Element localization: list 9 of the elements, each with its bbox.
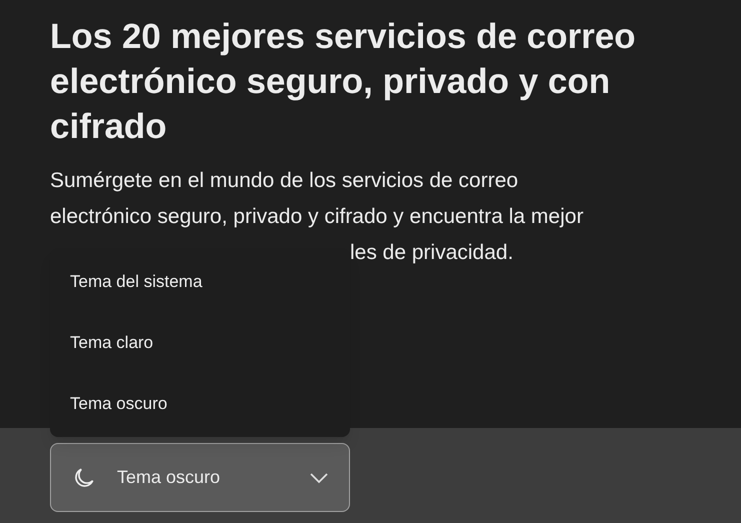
description-line: Sumérgete en el mundo de los servicios de correo xyxy=(50,168,520,194)
menu-item[interactable]: Tema oscuro xyxy=(50,373,350,434)
theme-select[interactable]: Tema oscuro xyxy=(50,443,350,512)
description-line: les de privacidad. xyxy=(349,240,514,266)
menu-item[interactable]: Tema del sistema xyxy=(50,251,350,312)
menu-item[interactable]: Tema claro xyxy=(50,312,350,373)
article-title: Los 20 mejores servicios de correo electrónico seguro, privado y con cifrado xyxy=(50,16,637,148)
description-line: electrónico seguro, privado y cifrado y encuentra la mejor xyxy=(50,204,584,230)
chevron-down-icon xyxy=(309,472,329,484)
